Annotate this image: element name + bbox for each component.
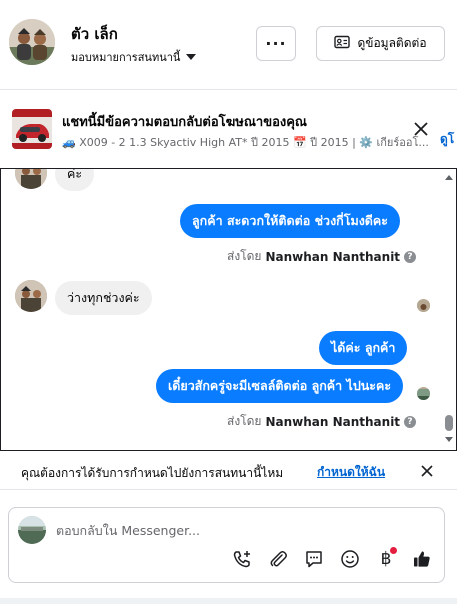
help-icon[interactable]: ?: [404, 250, 417, 263]
notification-dot: [390, 547, 397, 554]
scroll-up-arrow-icon[interactable]: [445, 175, 453, 180]
bottom-divider: [0, 598, 457, 604]
ad-thumbnail[interactable]: [12, 109, 52, 149]
assign-conversation-dropdown[interactable]: มอบหมายการสนทนานี้: [71, 48, 197, 66]
assign-prompt-bar: คุณต้องการได้รับการกำหนดไปยังการสนทนานี้…: [0, 452, 457, 490]
sent-by-prefix: ส่งโดย: [227, 249, 262, 263]
like-icon[interactable]: [410, 547, 434, 571]
message-bubble-incoming: ว่างทุกช่วงค่ะ: [55, 281, 152, 315]
sent-by-label: ส่งโดย Nanwhan Nanthanit ?: [227, 247, 417, 266]
reply-input[interactable]: [56, 519, 426, 541]
ad-banner-title: แชทนี้มีข้อความตอบกลับต่อโฆษณาของคุณ: [62, 115, 307, 130]
contact-avatar-small: [15, 280, 47, 312]
scroll-thumb[interactable]: [445, 415, 453, 431]
call-add-icon[interactable]: [230, 547, 254, 571]
page-avatar: [18, 516, 46, 544]
close-icon[interactable]: [412, 120, 430, 138]
read-receipt-avatar: [417, 299, 430, 312]
view-ad-link[interactable]: ดูโ: [440, 130, 454, 149]
ad-banner-subtitle: 🚙 X009 - 2 1.3 Skyactiv High AT* ปี 2015…: [62, 136, 429, 149]
message-scrollbar[interactable]: [441, 169, 456, 450]
page-avatar-small: [417, 387, 430, 400]
conversation-header: ตัว เล็ก มอบหมายการสนทนานี้ ··· ดูข้อมูล…: [0, 0, 457, 90]
assign-label: มอบหมายการสนทนานี้: [71, 51, 181, 64]
baht-icon[interactable]: ฿: [374, 547, 398, 571]
assign-to-me-link[interactable]: กำหนดให้ฉัน: [317, 463, 385, 482]
assign-prompt-text: คุณต้องการได้รับการกำหนดไปยังการสนทนานี้…: [21, 466, 284, 480]
close-icon[interactable]: [419, 463, 435, 479]
contact-name: ตัว เล็ก: [71, 25, 118, 43]
sent-by-prefix: ส่งโดย: [227, 414, 262, 428]
contact-card-icon: [334, 35, 351, 52]
help-icon[interactable]: ?: [404, 415, 417, 428]
message-thread[interactable]: ค่ะ ลูกค้า สะดวกให้ติดต่อ ช่วงกี่โมงดีคะ…: [0, 168, 457, 451]
sent-by-author: Nanwhan Nanthanit: [265, 249, 401, 264]
message-bubble-outgoing: ได้ค่ะ ลูกค้า: [319, 331, 408, 365]
chevron-down-icon: [186, 54, 197, 60]
more-options-button[interactable]: ···: [256, 26, 296, 61]
message-bubble-incoming: ค่ะ: [55, 169, 95, 191]
contact-avatar-small: [15, 169, 47, 189]
message-bubble-outgoing: ลูกค้า สะดวกให้ติดต่อ ช่วงกี่โมงดีคะ: [180, 204, 400, 238]
message-composer: ฿: [8, 507, 445, 583]
ad-reply-banner: แชทนี้มีข้อความตอบกลับต่อโฆษณาของคุณ 🚙 X…: [0, 100, 457, 158]
saved-reply-icon[interactable]: [302, 547, 326, 571]
sent-by-author: Nanwhan Nanthanit: [265, 414, 401, 429]
emoji-icon[interactable]: [338, 547, 362, 571]
composer-area: ฿: [0, 491, 457, 604]
scroll-down-arrow-icon[interactable]: [445, 437, 453, 442]
contact-avatar[interactable]: [9, 19, 55, 65]
view-contact-info-button[interactable]: ดูข้อมูลติดต่อ: [316, 26, 445, 61]
attachment-icon[interactable]: [266, 547, 290, 571]
message-bubble-outgoing: เดี๋ยวสักครู่จะมีเซลล์ติดต่อ ลูกค้า ไปนะ…: [156, 369, 404, 403]
view-contact-info-label: ดูข้อมูลติดต่อ: [357, 36, 427, 50]
sent-by-label: ส่งโดย Nanwhan Nanthanit ?: [227, 412, 417, 431]
